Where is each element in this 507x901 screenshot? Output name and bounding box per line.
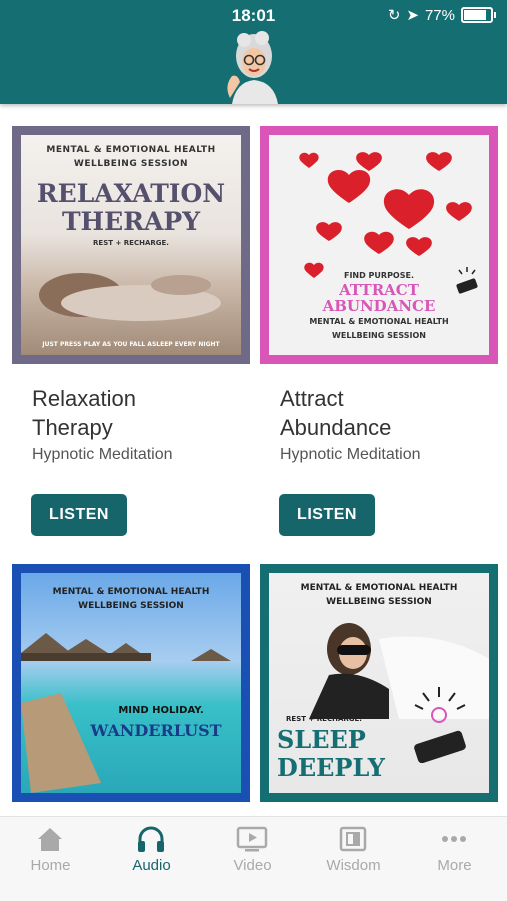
orientation-lock-icon: ↻ xyxy=(387,7,401,24)
avatar-logo[interactable] xyxy=(220,28,290,104)
card-subtitle-abundance: Hypnotic Meditation xyxy=(280,446,421,463)
location-icon: ➤ xyxy=(406,7,419,24)
video-icon xyxy=(236,826,268,852)
art-bottom-text: JUST PRESS PLAY AS YOU FALL ASLEEP EVERY… xyxy=(42,341,220,348)
wisdom-icon xyxy=(339,826,367,852)
title-line-2: Therapy xyxy=(32,415,113,440)
tab-more[interactable]: More xyxy=(404,817,505,901)
art-title2: ABUNDANCE xyxy=(322,297,436,315)
art-tag: REST + RECHARGE. xyxy=(93,239,169,247)
art-top2-text: WELLBEING SESSION xyxy=(73,159,189,169)
art-tag: MIND HOLIDAY. xyxy=(118,705,204,716)
art-top-text: MENTAL & EMOTIONAL HEALTH xyxy=(300,583,458,593)
card-subtitle-relaxation: Hypnotic Meditation xyxy=(32,446,173,463)
app-header: 18:01 ↻ ➤ 77% xyxy=(0,0,507,104)
tab-audio[interactable]: Audio xyxy=(101,817,202,901)
art-top-text: MENTAL & EMOTIONAL HEALTH xyxy=(309,317,449,326)
phone-logo-icon xyxy=(456,267,478,294)
title-line-1: Relaxation xyxy=(32,386,136,411)
art-title1: SLEEP xyxy=(277,725,366,754)
art-top-text: MENTAL & EMOTIONAL HEALTH xyxy=(46,145,216,155)
battery-percent: 77% xyxy=(424,6,455,24)
art-top2-text: WELLBEING SESSION xyxy=(326,597,432,607)
art-title1: RELAXATION xyxy=(36,179,226,208)
sleep-deeply-artwork[interactable]: MENTAL & EMOTIONAL HEALTH WELLBEING SESS… xyxy=(260,564,498,802)
art-top2-text: WELLBEING SESSION xyxy=(332,331,426,340)
tab-wisdom[interactable]: Wisdom xyxy=(303,817,404,901)
title-line-2: Abundance xyxy=(280,415,392,440)
tab-home-label: Home xyxy=(30,857,71,874)
tab-video[interactable]: Video xyxy=(202,817,303,901)
art-title1: WANDERLUST xyxy=(90,721,222,740)
attract-abundance-artwork[interactable]: FIND PURPOSE. ATTRACT ABUNDANCE MENTAL &… xyxy=(260,126,498,364)
home-icon xyxy=(38,828,62,851)
tab-audio-label: Audio xyxy=(132,857,171,874)
card-title-relaxation: Relaxation Therapy xyxy=(32,384,252,442)
tab-video-label: Video xyxy=(233,857,272,874)
bottom-tab-bar: Home Audio Video Wisdom More xyxy=(0,816,507,901)
audio-grid: MENTAL & EMOTIONAL HEALTH WELLBEING SESS… xyxy=(0,104,507,816)
art-title2: THERAPY xyxy=(61,207,201,236)
listen-button-abundance[interactable]: LISTEN xyxy=(279,494,375,536)
tab-home[interactable]: Home xyxy=(0,817,101,901)
art-title2: DEEPLY xyxy=(277,753,385,782)
listen-button-relaxation[interactable]: LISTEN xyxy=(31,494,127,536)
card-title-abundance: Attract Abundance xyxy=(280,384,500,442)
art-top-text: MENTAL & EMOTIONAL HEALTH xyxy=(52,587,210,597)
sleeping-woman-image xyxy=(39,273,221,321)
tab-more-label: More xyxy=(437,857,472,874)
more-icon xyxy=(442,836,466,842)
battery-icon xyxy=(461,7,496,23)
relaxation-therapy-artwork[interactable]: MENTAL & EMOTIONAL HEALTH WELLBEING SESS… xyxy=(12,126,250,364)
phone-logo-icon xyxy=(414,687,466,763)
title-line-1: Attract xyxy=(280,386,344,411)
wanderlust-artwork[interactable]: MENTAL & EMOTIONAL HEALTH WELLBEING SESS… xyxy=(12,564,250,802)
status-indicators: ↻ ➤ 77% xyxy=(387,6,496,24)
headphones-icon xyxy=(138,826,164,852)
tab-wisdom-label: Wisdom xyxy=(326,857,381,874)
art-top2-text: WELLBEING SESSION xyxy=(78,601,184,611)
